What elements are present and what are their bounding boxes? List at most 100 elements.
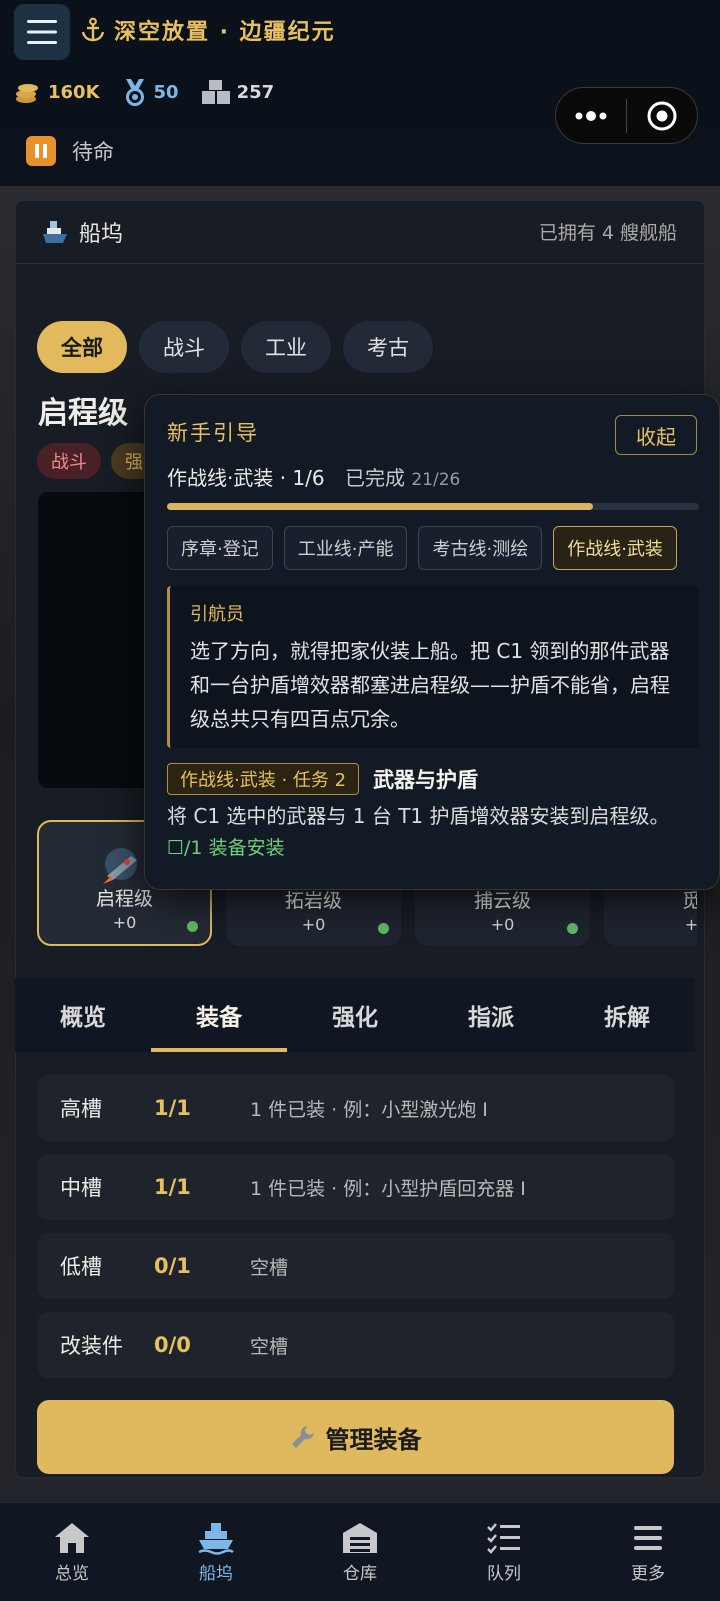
tab-equipment[interactable]: 装备: [151, 978, 287, 1052]
guide-completed-count: 21/26: [411, 470, 461, 490]
slot-name: 高槽: [60, 1097, 102, 1121]
pause-icon[interactable]: [26, 136, 56, 166]
hamburger-icon: [634, 1525, 662, 1550]
ship-preview: [38, 492, 158, 788]
guide-line-combat[interactable]: 作战线·武装: [553, 526, 677, 570]
warehouse-icon: [343, 1522, 377, 1553]
medals-value: 50: [153, 81, 179, 103]
ship-card-name: 捕云级: [473, 890, 531, 912]
ready-indicator: [187, 921, 198, 932]
nav-label: 更多: [631, 1563, 665, 1584]
guide-line-prologue[interactable]: 序章·登记: [167, 526, 273, 570]
slot-mid[interactable]: 中槽 1/1 1 件已装 · 例：小型护盾回充器 I: [38, 1154, 674, 1220]
nav-queue[interactable]: 队列: [432, 1503, 576, 1601]
bottom-navigation: 总览 船坞 仓库 队列 更多: [0, 1502, 720, 1601]
guide-dialogue: 引航员 选了方向，就得把家伙装上船。把 C1 领到的那件武器和一台护盾增效器都塞…: [167, 586, 699, 748]
nav-overview[interactable]: 总览: [0, 1503, 144, 1601]
slot-low[interactable]: 低槽 0/1 空槽: [38, 1233, 674, 1299]
filter-combat[interactable]: 战斗: [139, 321, 229, 373]
guide-completed-label: 已完成: [344, 466, 405, 490]
slot-rig[interactable]: 改装件 0/0 空槽: [38, 1312, 674, 1378]
guide-dialogue-text: 选了方向，就得把家伙装上船。把 C1 领到的那件武器和一台护盾增效器都塞进启程级…: [190, 639, 670, 731]
filter-all[interactable]: 全部: [37, 321, 127, 373]
ship-card-name: 拓岩级: [284, 890, 342, 912]
medals-resource: 50: [122, 78, 179, 106]
slot-name: 中槽: [60, 1176, 102, 1200]
anchor-icon: [81, 17, 105, 42]
guide-speaker: 引航员: [190, 604, 244, 625]
slot-high[interactable]: 高槽 1/1 1 件已装 · 例：小型激光炮 I: [38, 1075, 674, 1141]
equipment-slots: 高槽 1/1 1 件已装 · 例：小型激光炮 I 中槽 1/1 1 件已装 · …: [38, 1075, 674, 1391]
ship-detail-tabs: 概览 装备 强化 指派 拆解: [15, 978, 695, 1052]
mini-program-capsule: [555, 87, 698, 144]
slot-count: 0/0: [154, 1333, 191, 1357]
slot-name: 改装件: [60, 1334, 123, 1358]
guide-task-checklist: ☐/1 装备安装: [167, 837, 285, 859]
guide-title: 新手引导: [167, 421, 259, 445]
guide-task-badge: 作战线·武装 · 任务 2: [167, 763, 360, 795]
ready-indicator: [567, 923, 578, 934]
nav-label: 仓库: [343, 1563, 377, 1584]
more-dots-icon: [575, 110, 607, 121]
ship-card-power: +: [684, 915, 697, 934]
checklist-icon: [487, 1522, 520, 1554]
tag-combat: 战斗: [37, 443, 101, 479]
app-title: 深空放置 · 边疆纪元: [80, 14, 336, 46]
manage-equipment-button[interactable]: 管理装备: [37, 1400, 674, 1474]
slot-desc: 空槽: [250, 1335, 289, 1358]
guide-collapse-button[interactable]: 收起: [615, 415, 697, 455]
tutorial-guide-popup: 新手引导 收起 作战线·武装 · 1/6 已完成 21/26 序章·登记 工业线…: [144, 394, 720, 890]
ship-nav-icon: [198, 1522, 234, 1555]
wrench-icon: [291, 1426, 314, 1448]
dock-header: 船坞 已拥有 4 艘舰船: [15, 200, 705, 264]
ship-tags: 战斗 强: [37, 443, 157, 479]
nav-label: 队列: [487, 1563, 521, 1584]
credits-value: 160K: [48, 81, 100, 103]
slot-desc: 1 件已装 · 例：小型护盾回充器 I: [250, 1177, 526, 1200]
home-icon: [55, 1522, 89, 1553]
resource-bar: 160K 50 257: [14, 78, 274, 106]
nav-more[interactable]: 更多: [576, 1503, 720, 1601]
ship-card-power: +0: [301, 915, 326, 934]
slot-count: 1/1: [154, 1096, 191, 1120]
guide-line-archaeology[interactable]: 考古线·测绘: [418, 526, 543, 570]
guide-task-name: 武器与护盾: [373, 768, 479, 792]
filter-industry[interactable]: 工业: [241, 321, 331, 373]
close-program-button[interactable]: [627, 100, 697, 132]
slot-count: 1/1: [154, 1175, 191, 1199]
owned-ships-count: 已拥有 4 艘舰船: [538, 222, 677, 244]
dock-title: 船坞: [79, 221, 124, 247]
guide-task-header: 作战线·武装 · 任务 2 武器与护盾: [167, 763, 478, 795]
tab-overview[interactable]: 概览: [15, 978, 151, 1052]
nav-dock[interactable]: 船坞: [144, 1503, 288, 1601]
menu-button[interactable]: [14, 4, 70, 60]
coin-stack-icon: [16, 84, 38, 103]
slot-desc: 空槽: [250, 1256, 289, 1279]
slot-desc: 1 件已装 · 例：小型激光炮 I: [250, 1098, 488, 1121]
guide-line-tabs: 序章·登记 工业线·产能 考古线·测绘 作战线·武装: [167, 526, 677, 570]
ship-icon: [43, 220, 67, 243]
credits-resource: 160K: [14, 79, 100, 105]
nav-label: 总览: [55, 1563, 89, 1584]
selected-ship-name: 启程级: [38, 396, 128, 431]
guide-progress: 作战线·武装 · 1/6 已完成 21/26: [167, 462, 460, 491]
cargo-resource: 257: [201, 79, 275, 105]
more-options-button[interactable]: [556, 110, 626, 122]
medal-icon: [125, 79, 144, 106]
guide-progress-fill: [167, 503, 593, 510]
status-indicator: 待命: [26, 136, 114, 166]
ship-card-power: +0: [112, 913, 137, 932]
guide-progress-label: 作战线·武装 · 1/6: [167, 466, 325, 490]
slot-name: 低槽: [60, 1255, 102, 1279]
filter-archaeology[interactable]: 考古: [343, 321, 433, 373]
slot-count: 0/1: [154, 1254, 191, 1278]
tab-upgrade[interactable]: 强化: [287, 978, 423, 1052]
ship-filter-bar: 全部 战斗 工业 考古: [37, 321, 433, 373]
cargo-value: 257: [236, 81, 275, 103]
ship-card-name: 觅: [681, 890, 697, 912]
nav-warehouse[interactable]: 仓库: [288, 1503, 432, 1601]
guide-progress-bar: [167, 503, 699, 510]
tab-assign[interactable]: 指派: [423, 978, 559, 1052]
guide-line-industry[interactable]: 工业线·产能: [283, 526, 408, 570]
tab-dismantle[interactable]: 拆解: [559, 978, 695, 1052]
